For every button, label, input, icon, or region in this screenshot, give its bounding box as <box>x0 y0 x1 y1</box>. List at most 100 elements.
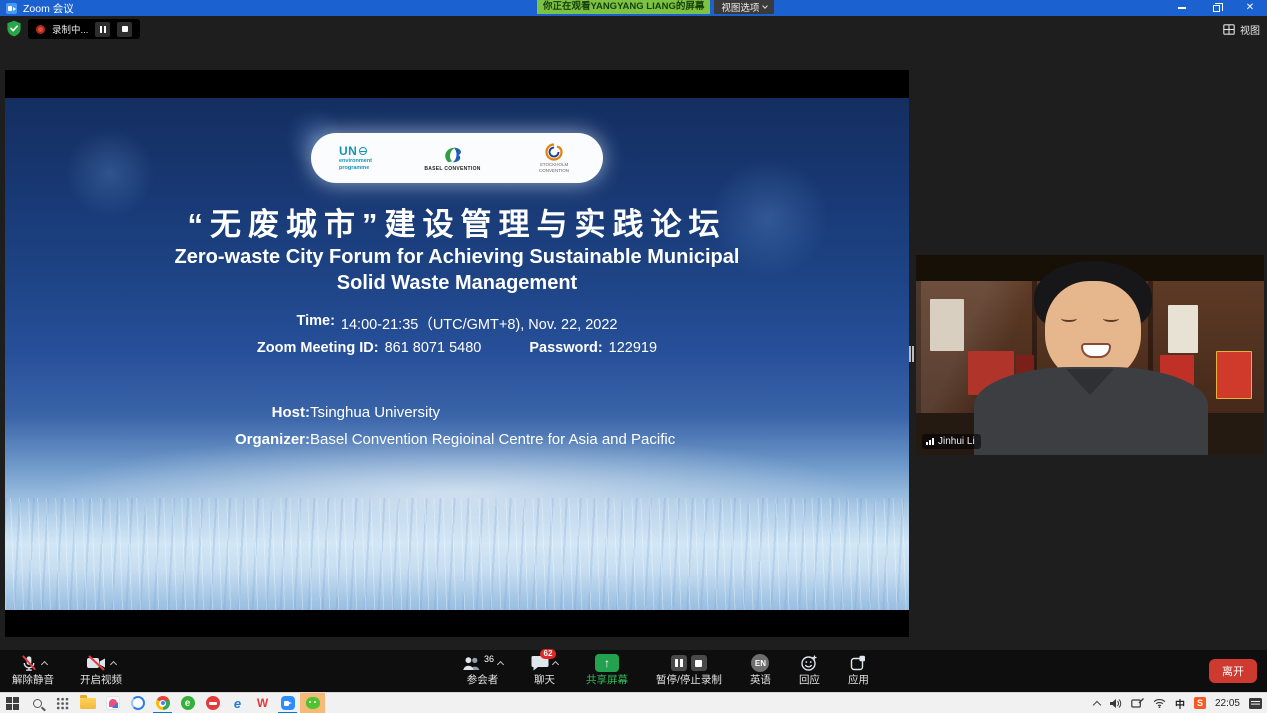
stockholm-convention-logo: STOCKHOLM CONVENTION <box>533 143 575 173</box>
chevron-down-icon <box>763 3 769 9</box>
start-video-button[interactable]: 开启视频 <box>80 653 122 686</box>
reactions-button[interactable]: 回应 <box>799 653 820 686</box>
slide-meeting-id-row: Zoom Meeting ID: 861 8071 5480 Password:… <box>5 340 909 356</box>
titlebar-left: Zoom 会议 <box>0 1 74 16</box>
reactions-smiley-icon <box>800 654 818 672</box>
zoom-taskbar-button[interactable] <box>275 693 300 713</box>
pause-recording-button[interactable] <box>95 22 110 37</box>
tablet-pen-icon[interactable] <box>1131 698 1144 708</box>
panel-resize-grip[interactable] <box>909 344 915 364</box>
time-label: Time: <box>297 313 335 334</box>
apps-button[interactable]: 应用 <box>848 653 869 686</box>
red-certificate-decoration <box>1216 351 1252 399</box>
pink-media-app-button[interactable] <box>100 693 125 713</box>
pause-recording-icon[interactable] <box>671 655 687 671</box>
restore-icon <box>1213 5 1220 12</box>
un-globe-icon <box>359 147 367 155</box>
red-circle-app-button[interactable] <box>200 693 225 713</box>
leave-meeting-button[interactable]: 离开 <box>1209 659 1257 683</box>
view-options-button[interactable]: 视图选项 <box>714 0 774 14</box>
view-button-label: 视图 <box>1240 22 1260 37</box>
grid-view-icon <box>1223 24 1235 35</box>
recording-indicator: 录制中... <box>28 19 140 39</box>
meeting-id-label: Zoom Meeting ID: <box>257 340 379 356</box>
audio-options-chevron[interactable] <box>40 661 47 668</box>
video-options-chevron[interactable] <box>110 661 117 668</box>
window-titlebar: Zoom 会议 你正在观看YANGYANG LIANG的屏幕 视图选项 ✕ <box>0 0 1267 16</box>
stop-icon <box>122 26 129 33</box>
speaker-icon[interactable] <box>1109 698 1122 709</box>
share-screen-icon: ↑ <box>595 654 619 672</box>
pink-media-app-icon <box>106 696 120 710</box>
input-method-indicator[interactable]: 中 <box>1175 696 1185 711</box>
participant-video: Jinhui Li <box>916 255 1264 455</box>
internet-explorer-button[interactable]: e <box>225 693 250 713</box>
blue-circle-app-button[interactable] <box>125 693 150 713</box>
blue-circle-app-icon <box>131 696 145 710</box>
participant-video-tile[interactable]: Jinhui Li <box>916 255 1264 455</box>
meeting-area: 录制中... 视图 UN <box>0 16 1267 692</box>
chat-chevron[interactable] <box>552 661 559 668</box>
slide-host-row: Host: Tsinghua University <box>5 404 909 421</box>
chat-button[interactable]: 62 聊天 <box>531 653 558 686</box>
participants-icon <box>462 656 482 671</box>
green-e-browser-button[interactable]: e <box>175 693 200 713</box>
close-button[interactable]: ✕ <box>1233 0 1267 16</box>
taskbar-clock[interactable]: 22:05 <box>1215 698 1240 709</box>
taskbar-search-button[interactable] <box>25 693 50 713</box>
wifi-icon[interactable] <box>1153 698 1166 708</box>
interpretation-label: 英语 <box>750 675 771 686</box>
camera-off-icon <box>86 655 107 671</box>
participants-label: 参会者 <box>467 675 499 686</box>
participants-button[interactable]: 36 参会者 <box>462 653 503 686</box>
task-view-button[interactable] <box>50 693 75 713</box>
chrome-icon <box>156 696 170 710</box>
basel-swirl-icon <box>440 145 466 165</box>
action-center-icon[interactable] <box>1249 698 1262 709</box>
basel-convention-logo: BASEL CONVENTION <box>424 145 480 172</box>
share-screen-button[interactable]: ↑ 共享屏幕 <box>586 653 628 686</box>
file-explorer-button[interactable] <box>75 693 100 713</box>
time-value: 14:00-21:35（UTC/GMT+8), Nov. 22, 2022 <box>341 313 618 334</box>
windows-taskbar: e e W 中 S 22:05 <box>0 692 1267 713</box>
participant-smile <box>1081 343 1111 358</box>
restore-button[interactable] <box>1199 0 1233 16</box>
interpretation-language-icon: EN <box>751 654 769 672</box>
wps-office-icon: W <box>257 697 268 709</box>
meeting-security-shield-icon[interactable] <box>6 20 22 42</box>
chrome-button[interactable] <box>150 693 175 713</box>
view-options-label: 视图选项 <box>721 0 759 14</box>
minimize-button[interactable] <box>1165 0 1199 16</box>
organizer-logos-pill: UN environment programme BASEL CONVENTIO… <box>311 133 603 183</box>
stop-recording-button[interactable] <box>117 22 132 37</box>
participants-chevron[interactable] <box>497 661 504 668</box>
pause-stop-recording-button[interactable]: 暂停/停止录制 <box>656 653 722 686</box>
green-e-browser-icon: e <box>181 696 195 710</box>
participant-name: Jinhui Li <box>938 436 975 447</box>
stop-recording-icon[interactable] <box>691 655 707 671</box>
record-label: 暂停/停止录制 <box>656 675 722 686</box>
wps-office-button[interactable]: W <box>250 693 275 713</box>
window-controls: ✕ <box>1165 0 1267 16</box>
sogou-input-icon[interactable]: S <box>1194 697 1206 709</box>
meeting-id-value: 861 8071 5480 <box>385 340 482 356</box>
unep-logo-sub2: programme <box>339 166 372 172</box>
unmute-button[interactable]: 解除静音 <box>12 653 54 686</box>
unep-logo-sub1: environment <box>339 159 372 165</box>
share-screen-label: 共享屏幕 <box>586 675 628 686</box>
wechat-button[interactable] <box>300 693 325 713</box>
red-circle-app-icon <box>206 696 220 710</box>
close-icon: ✕ <box>1246 3 1254 13</box>
unep-logo-text: UN <box>339 145 357 157</box>
spacer <box>487 340 523 356</box>
hidden-icons-chevron[interactable] <box>1093 700 1101 708</box>
cityscape-decoration <box>5 498 909 610</box>
password-label: Password: <box>529 340 602 356</box>
view-button[interactable]: 视图 <box>1223 22 1260 37</box>
zoom-taskbar-icon <box>281 696 295 710</box>
taskbar-app-tiles: e e W <box>0 693 325 713</box>
zoom-toolbar: 解除静音 开启视频 <box>0 650 1267 692</box>
interpretation-button[interactable]: EN 英语 <box>750 653 771 686</box>
wechat-icon <box>306 697 320 709</box>
start-button[interactable] <box>0 693 25 713</box>
